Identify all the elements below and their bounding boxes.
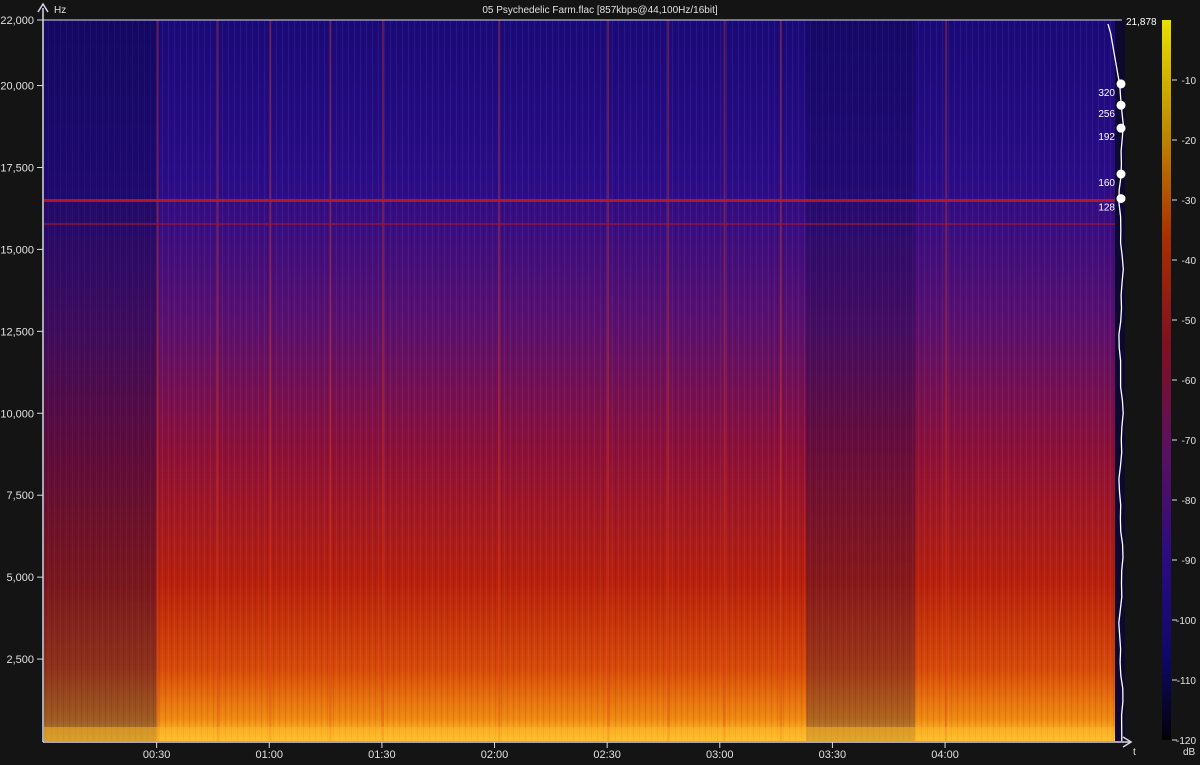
bitrate-marker-label: 192 <box>1098 132 1115 143</box>
tone-line-16k <box>44 199 1115 202</box>
db-tick-label: -60 <box>1182 376 1197 387</box>
y-tick-label: 15,000 <box>0 244 34 256</box>
transient-line <box>216 20 219 741</box>
transient-line <box>945 20 948 741</box>
y-axis-unit: Hz <box>54 5 66 16</box>
y-ticks: 2,500 5,000 7,500 10,000 12,500 15,000 17,500 2… <box>0 15 43 666</box>
db-tick-label: -90 <box>1182 556 1197 567</box>
db-tick-label: -30 <box>1182 196 1197 207</box>
plot-area <box>44 20 1125 741</box>
db-tick-label: -70 <box>1182 436 1197 447</box>
transient-line <box>667 20 670 741</box>
cutoff-peak-label: 21,878 <box>1126 17 1157 28</box>
bitrate-marker-label: 320 <box>1098 88 1115 99</box>
x-tick-label: 03:30 <box>819 749 847 760</box>
bitrate-marker-dot <box>1116 169 1126 179</box>
db-tick-label: -110 <box>1177 676 1197 687</box>
transient-line <box>607 20 610 741</box>
colorbar-ticks: -10 -20 -30 -40 -50 -60 -70 -80 -90 -100 -110 -120 <box>1172 76 1196 747</box>
transient-line <box>723 20 726 741</box>
y-tick-label: 7,500 <box>6 490 34 502</box>
y-tick-label: 12,500 <box>0 326 34 338</box>
x-axis-unit: t <box>1133 747 1136 758</box>
db-tick-label: -50 <box>1182 316 1197 327</box>
quiet-region <box>806 20 916 741</box>
x-tick-label: 03:00 <box>706 749 734 760</box>
bitrate-marker-dot <box>1116 100 1126 110</box>
y-tick-label: 5,000 <box>6 572 34 584</box>
bitrate-marker-label: 160 <box>1098 178 1115 189</box>
db-tick-label: -20 <box>1182 136 1197 147</box>
db-tick-label: -40 <box>1182 256 1197 267</box>
db-tick-label: -80 <box>1182 496 1197 507</box>
colorbar-unit: dB <box>1183 747 1196 758</box>
bitrate-marker-dot <box>1116 123 1126 133</box>
db-tick-label: -10 <box>1182 76 1197 87</box>
x-tick-label: 04:00 <box>931 749 959 760</box>
y-tick-label: 10,000 <box>0 408 34 420</box>
bitrate-marker-dot <box>1116 194 1126 204</box>
y-tick-label: 17,500 <box>0 162 34 174</box>
x-tick-label: 01:00 <box>255 749 283 760</box>
bitrate-marker-dot <box>1116 79 1126 89</box>
db-tick-label: -100 <box>1176 616 1196 627</box>
transient-line <box>329 20 332 741</box>
x-ticks: 00:30 01:00 01:30 02:00 02:30 03:00 03:30 04:00 <box>143 742 959 761</box>
y-tick-label: 2,500 <box>6 654 34 666</box>
transient-line <box>381 20 384 741</box>
transient-line <box>156 20 159 741</box>
x-tick-label: 01:30 <box>368 749 396 760</box>
spectrogram-window: 05 Psychedelic Farm.flac [857kbps@44,100… <box>0 0 1200 761</box>
x-tick-label: 02:00 <box>481 749 509 760</box>
transient-line <box>269 20 272 741</box>
colorbar-scale <box>1162 20 1171 740</box>
db-tick-label: -120 <box>1176 736 1196 747</box>
intro-quiet-region <box>44 20 157 741</box>
transient-line <box>498 20 501 741</box>
bitrate-marker-label: 128 <box>1098 203 1115 214</box>
y-tick-label: 22,000 <box>0 15 34 27</box>
bitrate-marker-label: 256 <box>1098 109 1115 120</box>
bass-band <box>44 727 1114 741</box>
chart-title: 05 Psychedelic Farm.flac [857kbps@44,100… <box>482 5 717 16</box>
transient-line <box>779 20 782 741</box>
y-tick-label: 20,000 <box>0 81 34 93</box>
tone-line-15-7k <box>44 223 1115 225</box>
db-colorbar: -10-20-30-40-50-60-70-80-90-100-110-120 … <box>1162 20 1196 758</box>
x-tick-label: 00:30 <box>143 749 171 760</box>
x-tick-label: 02:30 <box>593 749 621 760</box>
spectrogram-chart: 05 Psychedelic Farm.flac [857kbps@44,100… <box>0 2 1196 761</box>
spectrogram-texture <box>44 20 1125 741</box>
